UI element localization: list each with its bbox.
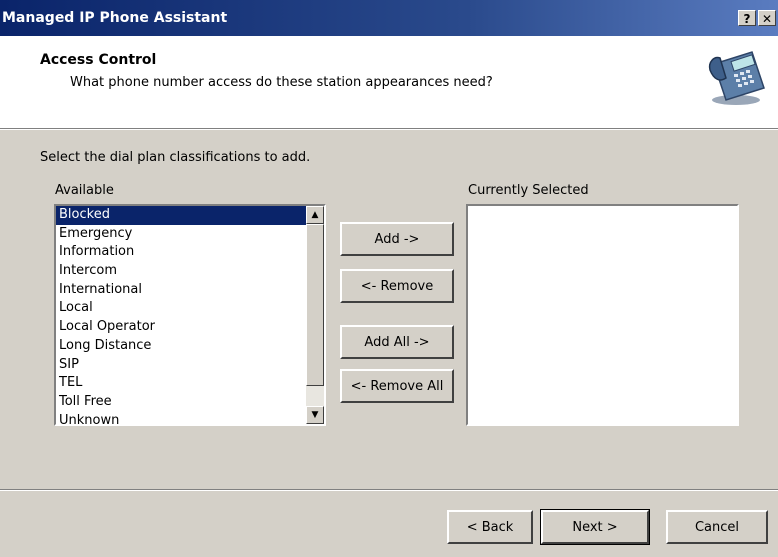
available-items: Blocked Emergency Information Intercom Inter…	[56, 206, 306, 424]
list-item[interactable]: Toll Free	[56, 393, 306, 412]
remove-button[interactable]: <- Remove	[340, 269, 454, 303]
list-item[interactable]: Local	[56, 299, 306, 318]
scroll-up-button[interactable]: ▲	[306, 206, 324, 224]
currently-selected-listbox[interactable]	[466, 204, 739, 426]
list-item[interactable]: Long Distance	[56, 337, 306, 356]
currently-selected-label: Currently Selected	[468, 183, 589, 198]
page-subtitle: What phone number access do these statio…	[70, 75, 493, 90]
help-button[interactable]: ?	[738, 10, 756, 26]
remove-all-button[interactable]: <- Remove All	[340, 369, 454, 403]
available-scrollbar[interactable]: ▲ ▼	[306, 206, 324, 424]
wizard-window: Managed IP Phone Assistant ? ✕ Access Co…	[0, 0, 778, 557]
header-divider	[0, 129, 778, 130]
available-label: Available	[55, 183, 114, 198]
scroll-down-button[interactable]: ▼	[306, 406, 324, 424]
footer-divider-highlight	[0, 490, 778, 491]
wizard-header: Access Control What phone number access …	[0, 36, 778, 129]
next-button[interactable]: Next >	[540, 509, 650, 545]
page-title: Access Control	[40, 52, 157, 68]
list-item[interactable]: Intercom	[56, 262, 306, 281]
list-item[interactable]: Unknown	[56, 412, 306, 424]
list-item[interactable]: Emergency	[56, 225, 306, 244]
back-button[interactable]: < Back	[447, 510, 533, 544]
title-bar: Managed IP Phone Assistant ? ✕	[0, 0, 778, 36]
list-item[interactable]: Blocked	[56, 206, 306, 225]
add-button[interactable]: Add ->	[340, 222, 454, 256]
instruction-text: Select the dial plan classifications to …	[40, 150, 311, 165]
window-title: Managed IP Phone Assistant	[2, 10, 228, 26]
list-item[interactable]: SIP	[56, 356, 306, 375]
cancel-button[interactable]: Cancel	[666, 510, 768, 544]
available-listbox[interactable]: Blocked Emergency Information Intercom Inter…	[54, 204, 326, 426]
scroll-thumb[interactable]	[306, 224, 324, 386]
desk-phone-icon	[708, 51, 765, 105]
list-item[interactable]: TEL	[56, 374, 306, 393]
list-item[interactable]: International	[56, 281, 306, 300]
list-item[interactable]: Local Operator	[56, 318, 306, 337]
close-button[interactable]: ✕	[758, 10, 776, 26]
add-all-button[interactable]: Add All ->	[340, 325, 454, 359]
list-item[interactable]: Information	[56, 243, 306, 262]
